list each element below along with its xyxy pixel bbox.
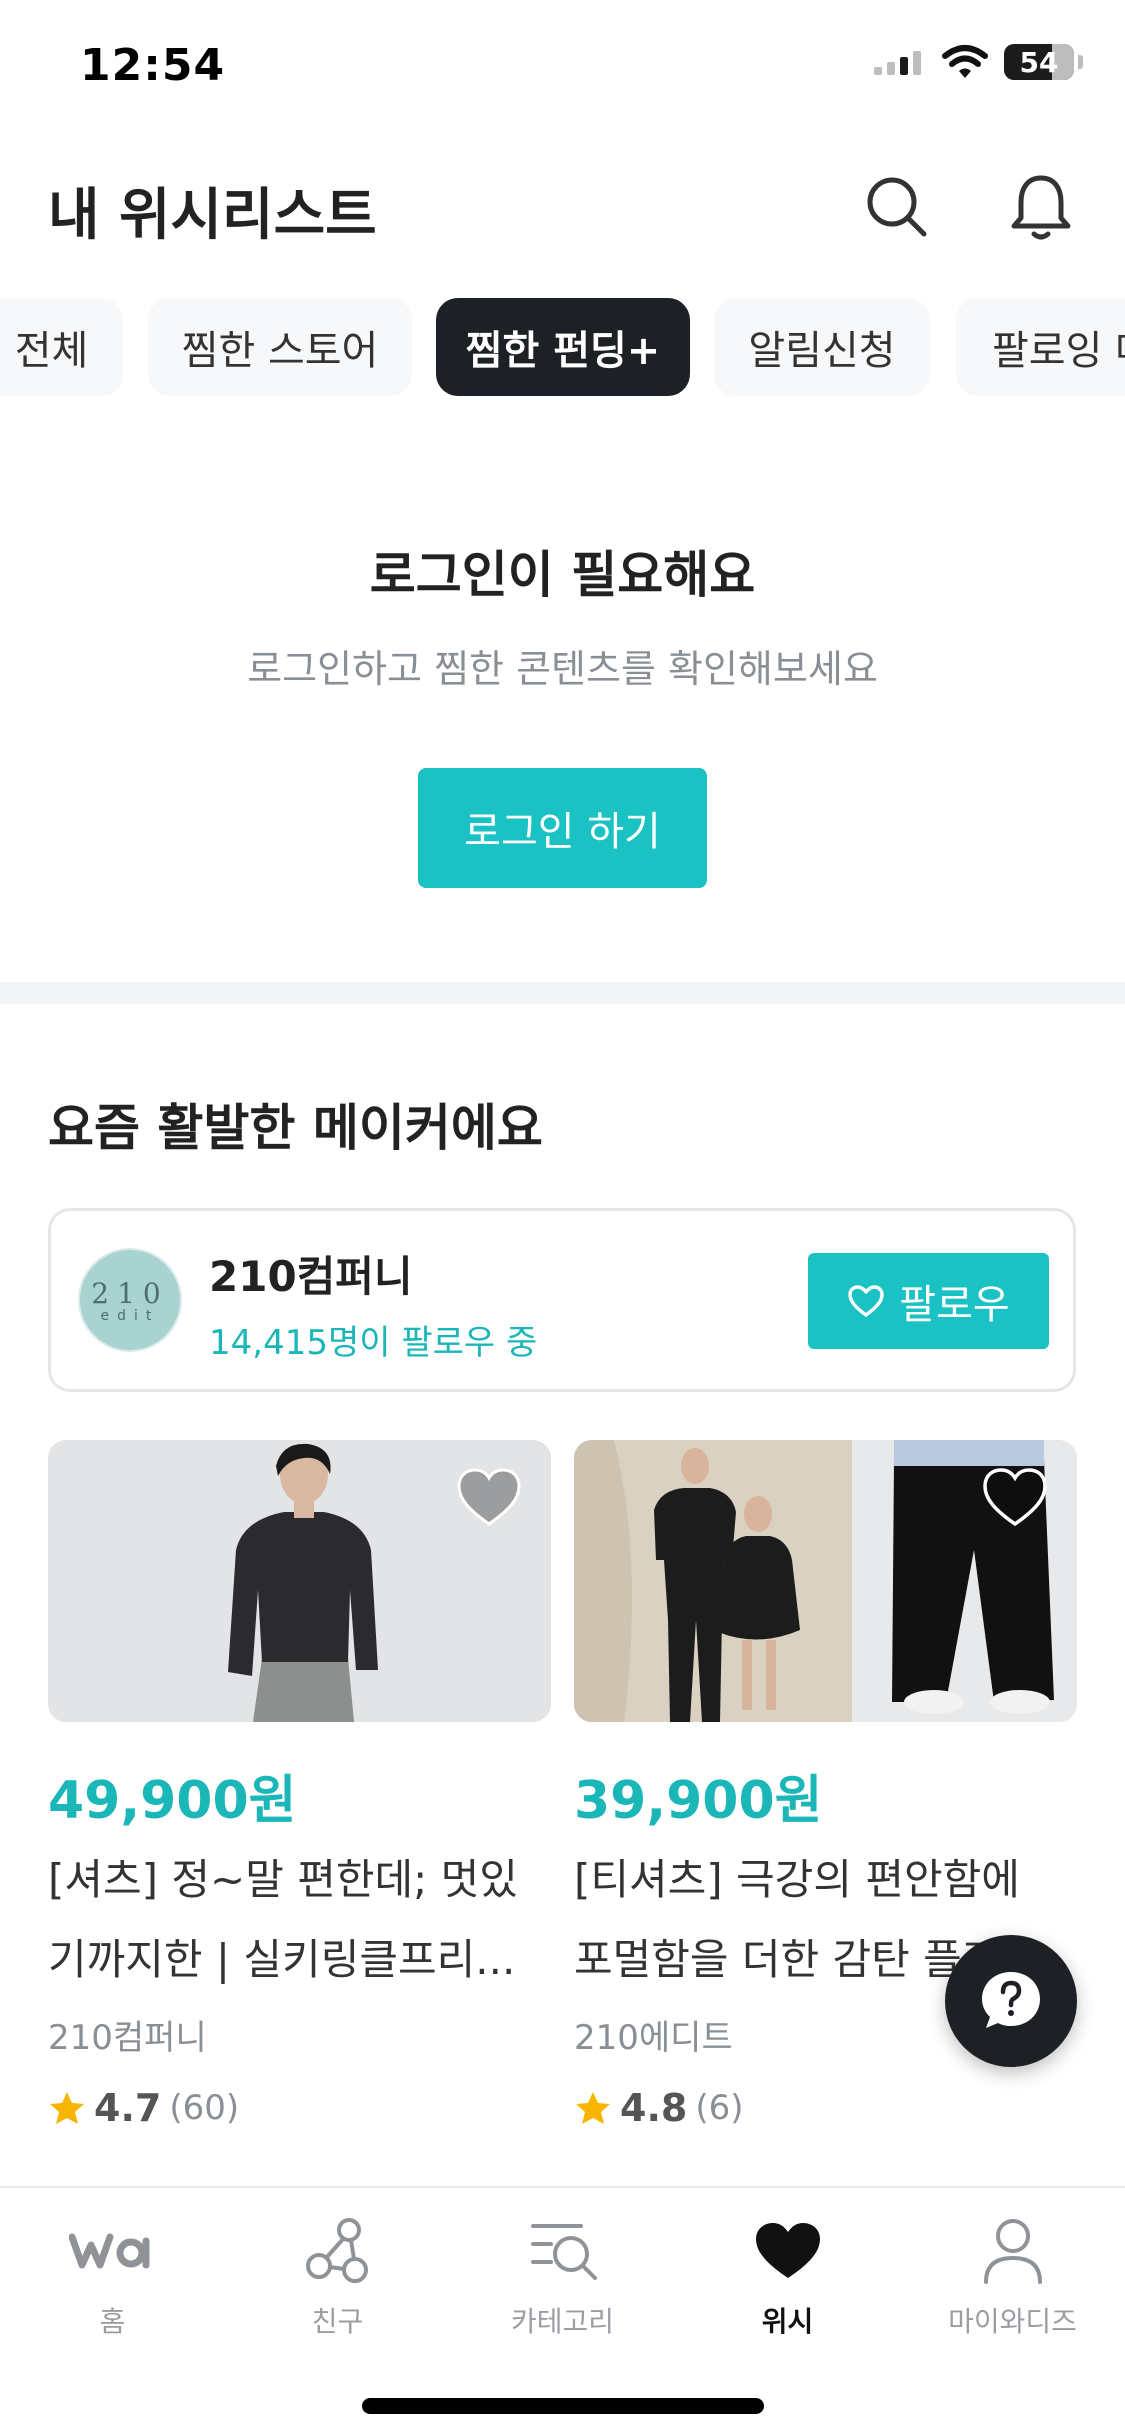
nav-home[interactable]: 홈	[0, 2212, 225, 2342]
status-bar: 12:54 54	[0, 0, 1125, 140]
login-required-subtitle: 로그인하고 찜한 콘텐츠를 확인해보세요	[247, 647, 878, 691]
status-icons: 54	[872, 44, 1083, 80]
heart-icon	[753, 2212, 823, 2290]
rating-value: 4.8	[620, 2086, 688, 2130]
tab-following-makers[interactable]: 팔로잉 메	[956, 298, 1125, 396]
status-time: 12:54	[80, 40, 226, 91]
person-icon	[981, 2212, 1045, 2290]
tab-all[interactable]: 전체	[0, 298, 123, 396]
tab-liked-store[interactable]: 찜한 스토어	[148, 298, 412, 396]
tab-liked-funding[interactable]: 찜한 펀딩+	[436, 298, 690, 396]
wifi-icon	[942, 45, 988, 78]
product-rating: 4.7 (60)	[48, 2086, 239, 2130]
maker-card[interactable]: 210 edit 210컴퍼니 14,415명이 팔로우 중 팔로우	[48, 1208, 1076, 1392]
product-image[interactable]	[574, 1440, 1077, 1722]
product-card[interactable]: 39,900원 [티셔츠] 극강의 편안함에 포멀함을 더한 감탄 플리 210…	[574, 1440, 1077, 2130]
review-count: (6)	[695, 2088, 744, 2128]
product-maker: 210에디트	[574, 2018, 733, 2058]
category-search-icon	[525, 2212, 601, 2290]
maker-name: 210컴퍼니	[209, 1252, 413, 1301]
product-rating: 4.8 (6)	[574, 2086, 744, 2130]
wishlist-screen: 12:54 54 내 위시리스트 전체 찜한 스토어 찜한 펀딩+ 알림신청 팔…	[0, 0, 1125, 2436]
star-icon	[576, 2092, 610, 2124]
login-button[interactable]: 로그인 하기	[418, 768, 707, 888]
rating-value: 4.7	[94, 2086, 162, 2130]
home-indicator	[362, 2398, 764, 2414]
product-price: 49,900원	[48, 1771, 297, 1831]
section-divider	[0, 982, 1125, 1004]
friends-network-icon	[303, 2212, 373, 2290]
product-maker: 210컴퍼니	[48, 2018, 207, 2058]
wish-heart-icon[interactable]	[981, 1466, 1049, 1530]
product-card[interactable]: 49,900원 [셔츠] 정~말 편한데; 멋있 기까지한 | 실키링클프리..…	[48, 1440, 551, 2130]
question-chat-icon	[982, 1972, 1040, 2028]
bell-icon	[1011, 175, 1071, 240]
battery-cap	[1078, 55, 1083, 69]
product-title: [셔츠] 정~말 편한데; 멋있 기까지한 | 실키링클프리...	[48, 1855, 518, 1984]
active-makers-title: 요즘 활발한 메이커에요	[48, 1099, 543, 1157]
battery-icon: 54	[1004, 44, 1074, 80]
help-button[interactable]	[945, 1935, 1077, 2067]
product-price: 39,900원	[574, 1771, 823, 1831]
product-image[interactable]	[48, 1440, 551, 1722]
login-required-title: 로그인이 필요해요	[369, 546, 756, 604]
cellular-signal-icon	[874, 51, 921, 75]
maker-avatar: 210 edit	[78, 1248, 182, 1352]
heart-outline-icon	[848, 1285, 884, 1317]
star-icon	[50, 2092, 84, 2124]
wishlist-tabs: 전체 찜한 스토어 찜한 펀딩+ 알림신청 팔로잉 메	[0, 298, 1125, 398]
nav-category[interactable]: 카테고리	[450, 2212, 675, 2342]
follow-button[interactable]: 팔로우	[808, 1253, 1049, 1349]
nav-friends[interactable]: 친구	[225, 2212, 450, 2342]
search-icon	[867, 177, 927, 237]
maker-follower-count: 14,415명이 팔로우 중	[209, 1323, 538, 1363]
search-button[interactable]	[852, 162, 942, 252]
tab-notification-request[interactable]: 알림신청	[714, 298, 930, 396]
battery-level: 54	[1019, 45, 1059, 79]
header: 내 위시리스트	[0, 140, 1125, 270]
notification-button[interactable]	[996, 162, 1086, 252]
nav-my-wadiz[interactable]: 마이와디즈	[900, 2212, 1125, 2342]
page-title: 내 위시리스트	[48, 183, 377, 248]
review-count: (60)	[169, 2088, 240, 2128]
wa-logo-icon	[68, 2212, 157, 2290]
nav-wish[interactable]: 위시	[675, 2212, 900, 2342]
wish-heart-icon[interactable]	[455, 1466, 523, 1530]
